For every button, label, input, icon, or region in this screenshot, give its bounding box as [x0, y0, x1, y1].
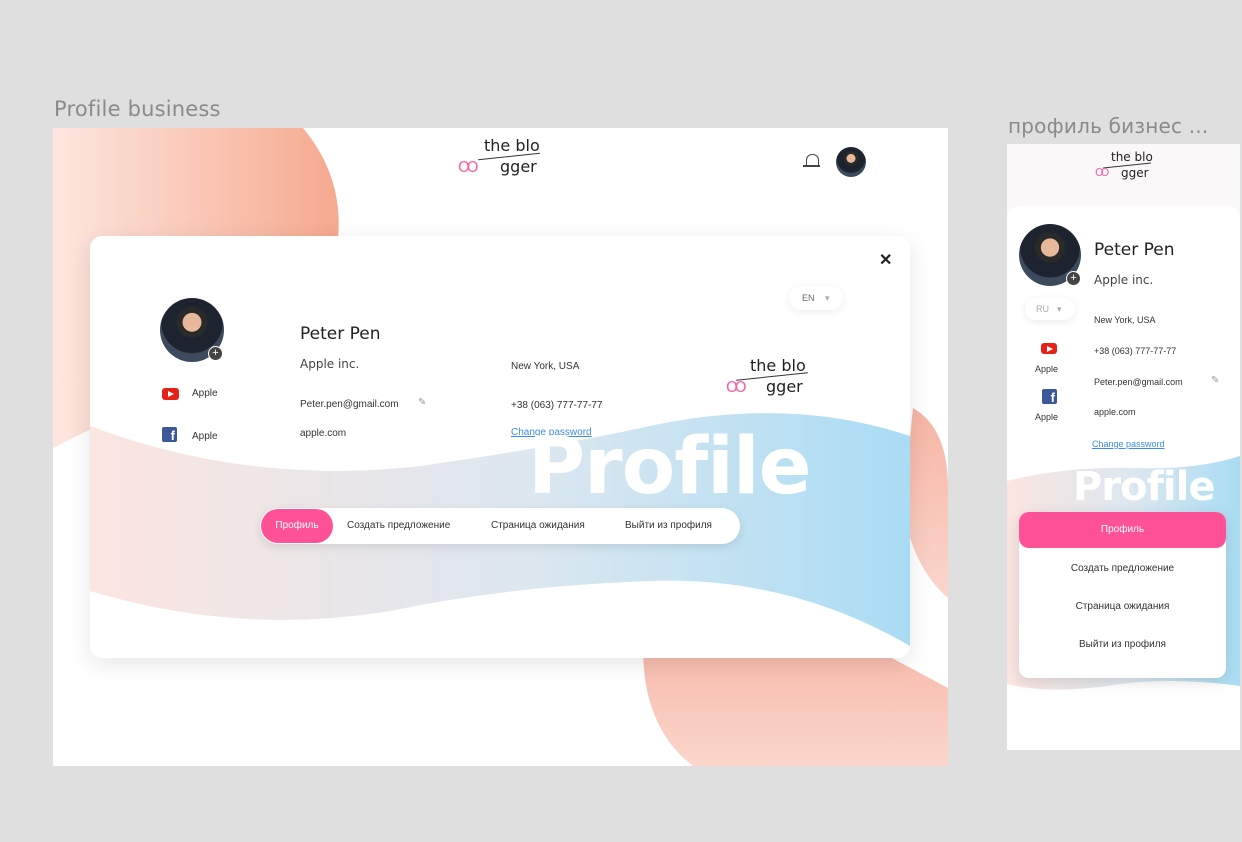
- mobile-tab-logout[interactable]: Выйти из профиля: [1019, 639, 1226, 650]
- facebook-icon: f: [162, 427, 177, 443]
- mobile-profile-email: Peter.pen@gmail.com: [1094, 377, 1183, 387]
- profile-name: Peter Pen: [300, 324, 381, 344]
- add-photo-icon[interactable]: +: [1066, 271, 1081, 286]
- edit-email-icon[interactable]: ✎: [1211, 375, 1219, 386]
- facebook-link[interactable]: Apple: [192, 431, 218, 442]
- mobile-tab-waiting-page[interactable]: Страница ожидания: [1019, 601, 1226, 612]
- chevron-down-icon: ▾: [825, 293, 830, 303]
- youtube-icon: [1041, 343, 1057, 354]
- mobile-profile-avatar[interactable]: +: [1019, 224, 1081, 286]
- profile-tabs: Профиль Создать предложение Страница ожи…: [260, 508, 740, 544]
- header-avatar[interactable]: [836, 147, 866, 177]
- profile-avatar[interactable]: +: [160, 298, 224, 362]
- logo-text-top: the blo: [750, 356, 806, 375]
- logo-text-bottom: gger: [1121, 166, 1149, 180]
- mobile-tab-create-offer[interactable]: Создать предложение: [1019, 563, 1226, 574]
- profile-company: Apple inc.: [300, 357, 360, 371]
- mobile-profile-name: Peter Pen: [1094, 240, 1175, 260]
- tab-create-offer[interactable]: Создать предложение: [347, 520, 450, 531]
- mobile-profile-menu: Профиль Создать предложение Страница ожи…: [1019, 512, 1226, 678]
- modal-logo: the blo OO gger: [726, 354, 826, 404]
- mobile-language-select[interactable]: RU ▾: [1025, 298, 1075, 320]
- facebook-icon: f: [1042, 389, 1057, 405]
- mobile-profile-phone: +38 (063) 777-77-77: [1094, 346, 1177, 356]
- logo-text-top: the blo: [484, 136, 540, 155]
- mobile-facebook-link[interactable]: Apple: [1035, 412, 1058, 422]
- youtube-link[interactable]: Apple: [192, 388, 218, 399]
- logo-rings-icon: OO: [726, 378, 747, 396]
- mobile-profile-location: New York, USA: [1094, 315, 1156, 325]
- profile-website[interactable]: apple.com: [300, 428, 346, 439]
- profile-email: Peter.pen@gmail.com: [300, 399, 399, 410]
- profile-phone: +38 (063) 777-77-77: [511, 400, 603, 411]
- close-icon[interactable]: ✕: [879, 250, 892, 270]
- desktop-frame-title: Profile business: [54, 97, 221, 121]
- tab-logout[interactable]: Выйти из профиля: [625, 520, 712, 531]
- language-value: EN: [802, 293, 815, 303]
- mobile-profile-watermark: Profile: [1073, 464, 1215, 510]
- language-value: RU: [1036, 304, 1049, 314]
- desktop-frame: the blo OO gger ✕ EN ▾ + Apple f Apple P…: [53, 128, 948, 766]
- mobile-profile-card: + Peter Pen Apple inc. RU ▾ New York, US…: [1007, 206, 1240, 750]
- logo-rings-icon: OO: [458, 158, 479, 176]
- notification-bell-icon[interactable]: [803, 154, 820, 167]
- mobile-header-logo[interactable]: the blo OO gger: [1095, 150, 1165, 188]
- mobile-profile-website[interactable]: apple.com: [1094, 407, 1136, 417]
- language-select[interactable]: EN ▾: [789, 286, 843, 310]
- mobile-frame: the blo OO gger + Peter Pen Apple inc. R…: [1007, 144, 1240, 750]
- edit-email-icon[interactable]: ✎: [418, 397, 426, 408]
- mobile-tab-profile[interactable]: Профиль: [1019, 512, 1226, 548]
- header-logo[interactable]: the blo OO gger: [458, 134, 558, 184]
- youtube-icon: [162, 388, 179, 400]
- profile-watermark: Profile: [528, 422, 812, 512]
- mobile-frame-title: профиль бизнес ...: [1008, 114, 1209, 138]
- mobile-profile-company: Apple inc.: [1094, 273, 1154, 287]
- logo-text-bottom: gger: [766, 377, 803, 396]
- chevron-down-icon: ▾: [1057, 304, 1062, 314]
- logo-text-bottom: gger: [500, 157, 537, 176]
- mobile-change-password-link[interactable]: Change password: [1092, 439, 1165, 449]
- tab-profile[interactable]: Профиль: [261, 509, 333, 543]
- tab-waiting-page[interactable]: Страница ожидания: [491, 520, 585, 531]
- logo-rings-icon: OO: [1095, 166, 1109, 179]
- profile-modal: ✕ EN ▾ + Apple f Apple Peter Pen Apple i…: [90, 236, 910, 658]
- profile-location: New York, USA: [511, 361, 580, 372]
- add-photo-icon[interactable]: +: [208, 346, 223, 361]
- mobile-youtube-link[interactable]: Apple: [1035, 364, 1058, 374]
